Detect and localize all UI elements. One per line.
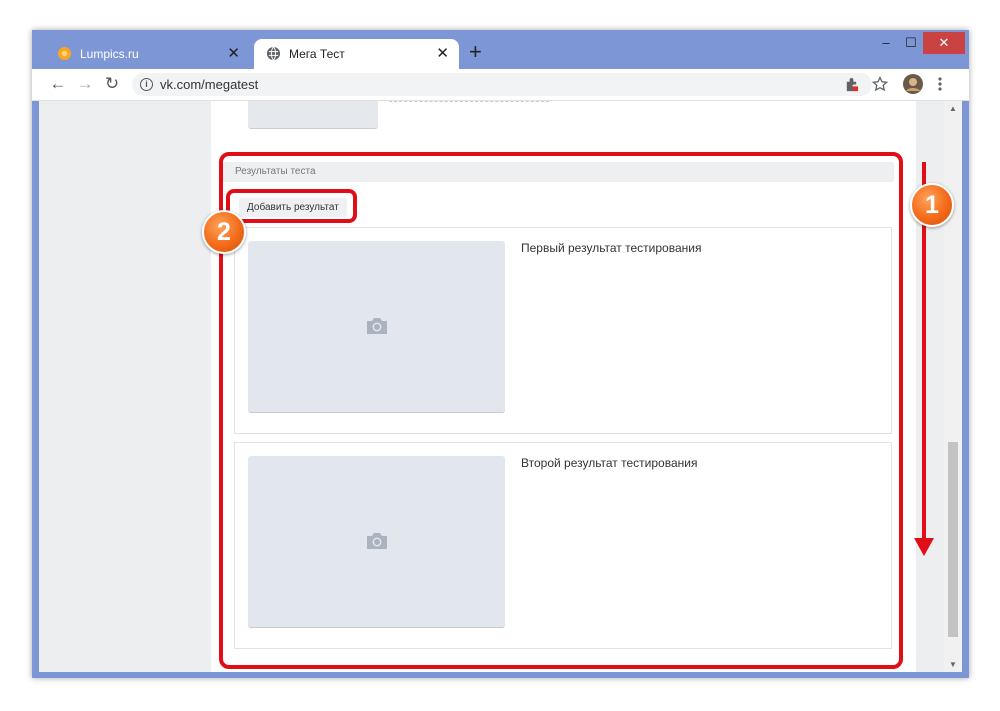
- tab-mega-test[interactable]: Мега Тест ✕: [254, 39, 459, 69]
- tab-title: Мега Тест: [289, 47, 345, 61]
- tab-close-icon[interactable]: ✕: [436, 44, 449, 62]
- address-bar[interactable]: i vk.com/megatest: [132, 73, 872, 96]
- results-section-highlight: [219, 152, 903, 669]
- avatar[interactable]: [903, 74, 923, 94]
- previous-question-text: [389, 101, 549, 102]
- globe-icon: [266, 46, 281, 61]
- scrollbar-thumb[interactable]: [948, 442, 958, 637]
- lumpics-favicon-icon: [57, 46, 72, 61]
- url-text[interactable]: vk.com/megatest: [160, 77, 258, 92]
- minimize-button[interactable]: ‒: [876, 32, 896, 54]
- tab-close-icon[interactable]: ✕: [227, 44, 240, 62]
- browser-toolbar: ← → ↻ i vk.com/megatest: [32, 69, 969, 101]
- back-button[interactable]: ←: [48, 74, 68, 94]
- new-tab-button[interactable]: +: [469, 40, 482, 64]
- previous-image-placeholder: [248, 101, 378, 129]
- scroll-down-icon[interactable]: ▼: [949, 660, 957, 669]
- star-icon[interactable]: [872, 76, 888, 92]
- step-2-badge: 2: [202, 210, 246, 254]
- scroll-up-icon[interactable]: ▲: [949, 104, 957, 113]
- site-info-icon[interactable]: i: [140, 78, 153, 91]
- vertical-scrollbar[interactable]: ▲ ▼: [944, 101, 962, 672]
- forward-button[interactable]: →: [75, 74, 95, 94]
- maximize-button[interactable]: ☐: [901, 32, 921, 54]
- add-result-highlight: [226, 189, 357, 223]
- close-window-button[interactable]: ✕: [923, 32, 965, 54]
- menu-icon[interactable]: [938, 76, 942, 92]
- tab-lumpics[interactable]: Lumpics.ru ✕: [45, 39, 250, 69]
- extension-icon[interactable]: [844, 77, 859, 92]
- step-1-badge: 1: [910, 183, 954, 227]
- reload-button[interactable]: ↻: [102, 74, 122, 94]
- tab-title: Lumpics.ru: [80, 47, 139, 61]
